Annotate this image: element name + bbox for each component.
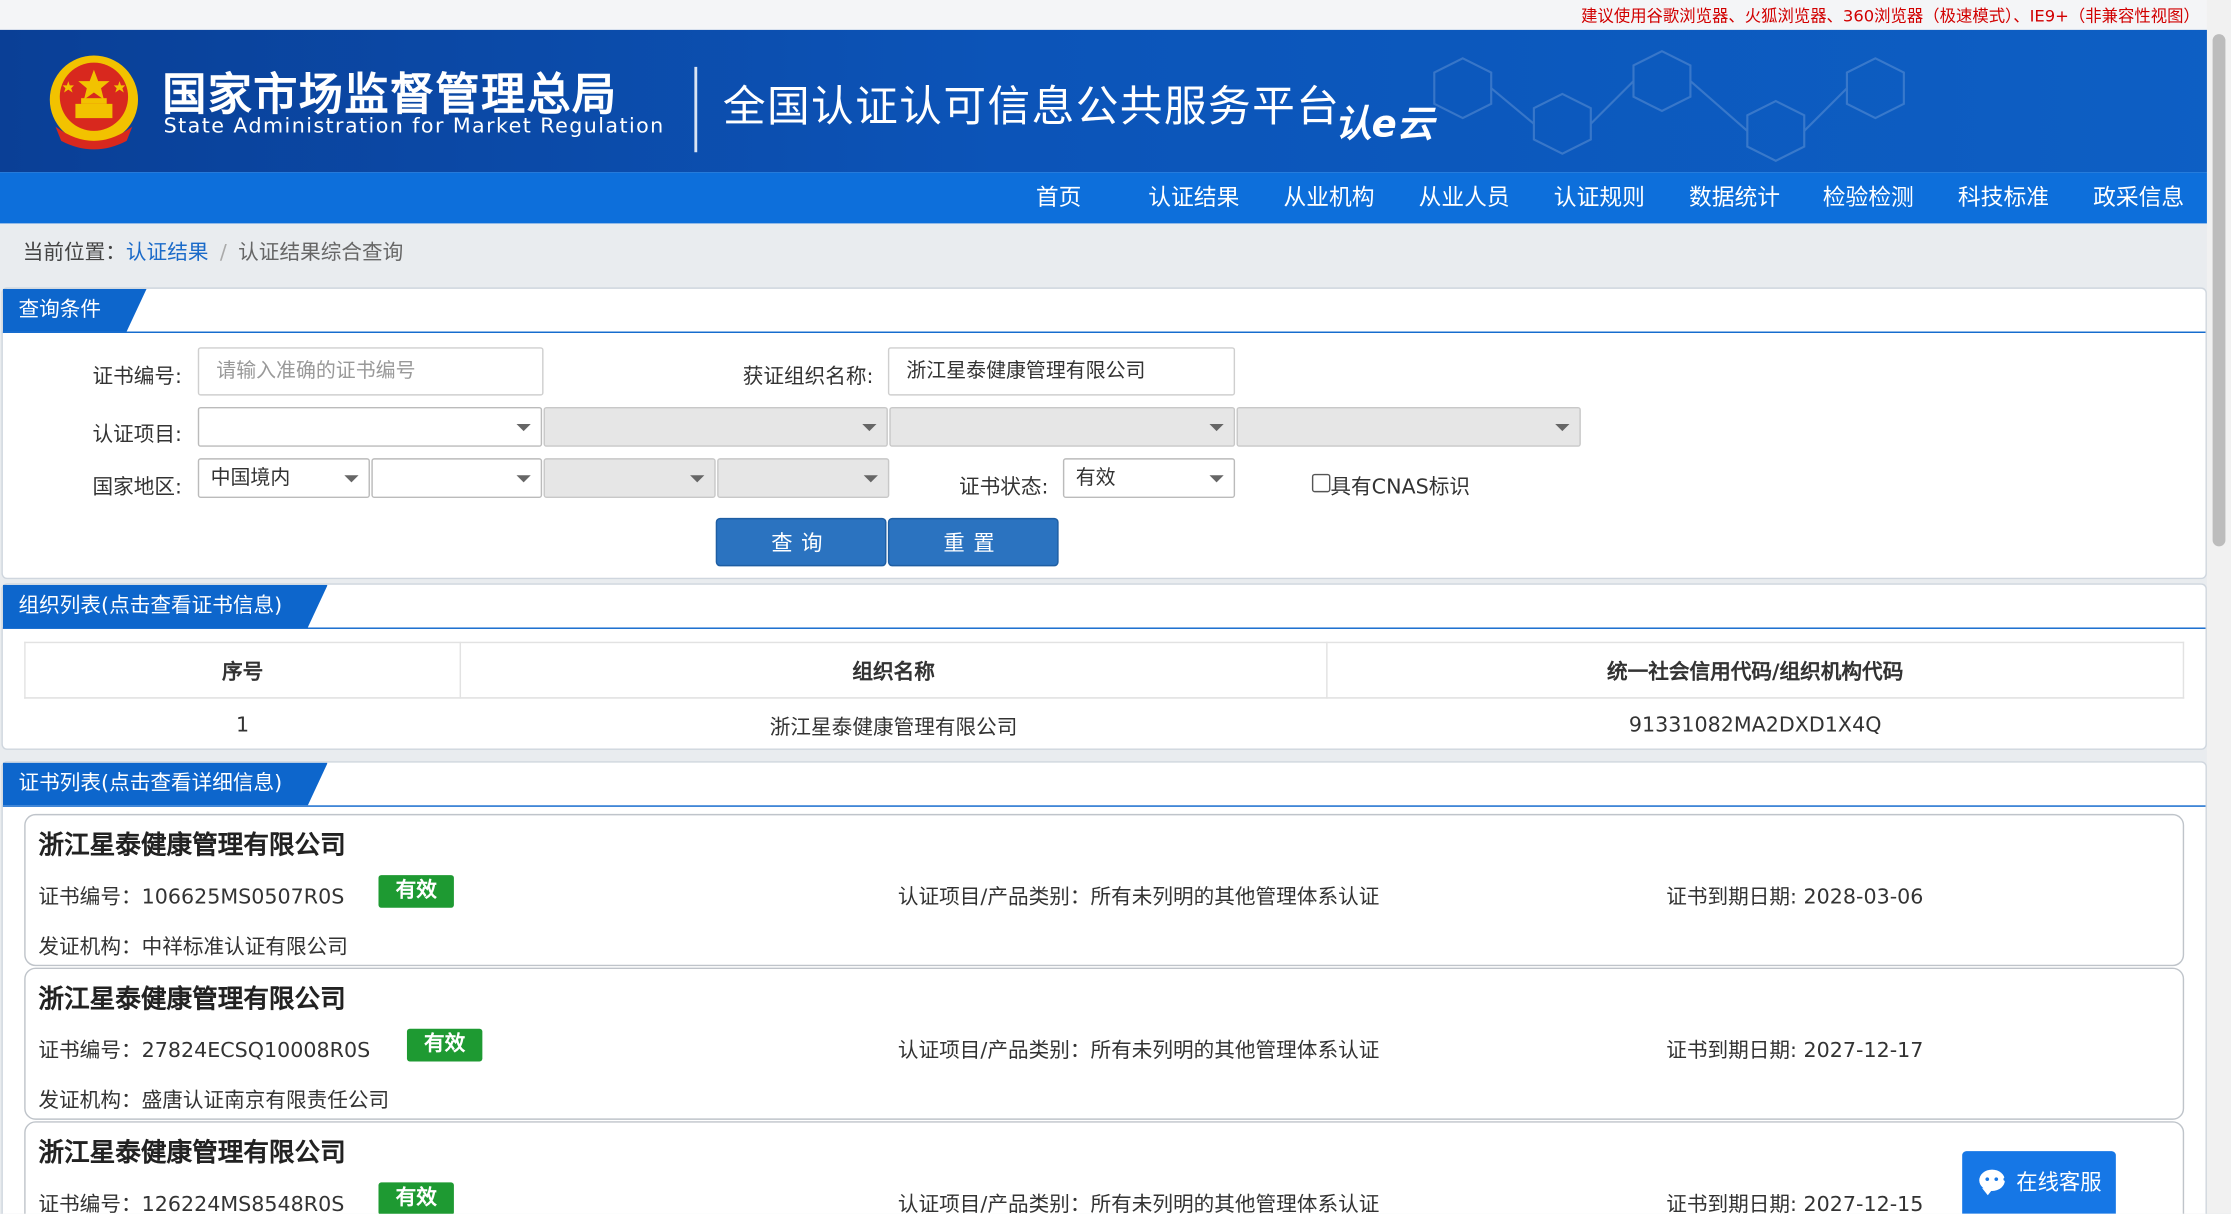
cert-number: 证书编号：27824ECSQ10008R0S: [38, 1040, 371, 1063]
cert-number: 证书编号：106625MS0507R0S: [38, 886, 345, 910]
nav-personnel[interactable]: 从业人员: [1419, 172, 1510, 223]
hex-pattern-icon: [1433, 50, 1905, 162]
breadcrumb-current: 认证结果综合查询: [238, 241, 404, 265]
chevron-down-icon: [516, 424, 531, 432]
chevron-down-icon: [1555, 424, 1570, 432]
org-name-cn: 国家市场监督管理总局: [162, 69, 618, 121]
project-select-3[interactable]: [889, 406, 1236, 447]
nav-institutions[interactable]: 从业机构: [1283, 172, 1374, 223]
cnas-checkbox[interactable]: [1311, 473, 1331, 493]
cert-list-header: 证书列表(点击查看详细信息): [2, 763, 2206, 807]
cert-card[interactable]: 浙江星泰健康管理有限公司 证书编号：27824ECSQ10008R0S 有效 认…: [24, 967, 2185, 1120]
region-select-city[interactable]: [543, 458, 716, 499]
project-select-2[interactable]: [543, 406, 888, 447]
cert-list-title: 证书列表(点击查看详细信息): [3, 763, 328, 806]
cert-number: 证书编号：126224MS8548R0S: [38, 1193, 345, 1214]
nav-cert-results[interactable]: 认证结果: [1148, 172, 1239, 223]
project-select-4[interactable]: [1236, 406, 1581, 447]
breadcrumb-prefix: 当前位置：: [22, 241, 126, 265]
nav-inspection[interactable]: 检验检测: [1823, 172, 1914, 223]
query-panel-header: 查询条件: [2, 289, 2206, 333]
org-list-panel: 组织列表(点击查看证书信息) 序号 组织名称 统一社会信用代码/组织机构代码 1…: [1, 583, 2207, 750]
cert-expiry: 证书到期日期: 2027-12-17: [1666, 1040, 1924, 1063]
org-list-header: 组织列表(点击查看证书信息): [2, 585, 2206, 629]
cert-card[interactable]: 浙江星泰健康管理有限公司 证书编号：126224MS8548R0S 有效 认证项…: [24, 1121, 2185, 1214]
status-value: 有效: [1075, 466, 1116, 490]
region-select-country[interactable]: 中国境内: [197, 458, 370, 499]
table-row[interactable]: 1 浙江星泰健康管理有限公司 91331082MA2DXD1X4Q: [25, 698, 2184, 753]
row-index: 1: [236, 714, 250, 738]
org-name-en: State Administration for Market Regulati…: [163, 115, 665, 139]
cnas-label: 具有CNAS标识: [1330, 476, 1471, 500]
region-select-district[interactable]: [717, 458, 890, 499]
national-emblem-icon: [49, 55, 139, 150]
query-panel: 查询条件 证书编号: 请输入准确的证书编号 获证组织名称: 浙江星泰健康管理有限…: [1, 287, 2207, 580]
chevron-down-icon: [862, 424, 877, 432]
cert-no-input[interactable]: 请输入准确的证书编号: [197, 347, 544, 396]
cert-issuer: 发证机构：中祥标准认证有限公司: [38, 936, 348, 960]
row-org-name[interactable]: 浙江星泰健康管理有限公司: [460, 698, 1327, 753]
nav-standards[interactable]: 科技标准: [1958, 172, 2049, 223]
chevron-down-icon: [863, 475, 878, 483]
project-select-1[interactable]: [197, 406, 543, 447]
org-table: 序号 组织名称 统一社会信用代码/组织机构代码 1 浙江星泰健康管理有限公司 9…: [24, 641, 2185, 753]
status-badge: 有效: [378, 1182, 454, 1214]
chat-dots-icon: •••: [1983, 1173, 2011, 1189]
platform-title: 全国认证认可信息公共服务平台: [722, 82, 1341, 133]
breadcrumb-link-cert-results[interactable]: 认证结果: [126, 242, 209, 265]
cert-list-panel: 证书列表(点击查看详细信息) 浙江星泰健康管理有限公司 证书编号：106625M…: [1, 761, 2207, 1214]
chevron-down-icon: [690, 475, 705, 483]
col-index: 序号: [24, 641, 462, 699]
region-select-province[interactable]: [371, 458, 543, 499]
cert-expiry: 证书到期日期: 2028-03-06: [1666, 886, 1924, 910]
top-strip: 建议使用谷歌浏览器、火狐浏览器、360浏览器（极速模式）、IE9+（非兼容性视图…: [0, 0, 2231, 30]
nav-procurement[interactable]: 政采信息: [2093, 172, 2184, 223]
cert-project: 认证项目/产品类别：所有未列明的其他管理体系认证: [897, 1193, 1380, 1214]
chevron-down-icon: [1209, 475, 1224, 483]
row-credit-code: 91331082MA2DXD1X4Q: [1628, 714, 1882, 738]
cert-org-name: 浙江星泰健康管理有限公司: [38, 830, 346, 861]
org-name-label: 获证组织名称:: [742, 365, 874, 389]
nav-home[interactable]: 首页: [1036, 172, 1082, 223]
site-header: 国家市场监督管理总局 State Administration for Mark…: [0, 29, 2231, 173]
cert-expiry: 证书到期日期: 2027-12-15: [1666, 1193, 1924, 1214]
region-value: 中国境内: [210, 466, 291, 490]
nav-statistics[interactable]: 数据统计: [1689, 172, 1780, 223]
query-panel-title: 查询条件: [3, 289, 147, 332]
cert-project: 认证项目/产品类别：所有未列明的其他管理体系认证: [897, 1040, 1380, 1063]
page-scrollbar[interactable]: [2206, 0, 2231, 1214]
cert-card[interactable]: 浙江星泰健康管理有限公司 证书编号：106625MS0507R0S 有效 认证项…: [24, 813, 2185, 967]
org-name-input[interactable]: 浙江星泰健康管理有限公司: [887, 347, 1236, 396]
scrollbar-thumb[interactable]: [2212, 34, 2226, 547]
renecloud-logo: 认e云: [1334, 103, 1434, 147]
reset-button[interactable]: 重置: [887, 517, 1059, 567]
org-list-title: 组织列表(点击查看证书信息): [3, 585, 328, 628]
status-badge: 有效: [406, 1028, 483, 1062]
online-service-label: 在线客服: [2016, 1169, 2102, 1196]
cert-project: 认证项目/产品类别：所有未列明的其他管理体系认证: [897, 886, 1380, 910]
col-org-name: 组织名称: [459, 641, 1328, 699]
browser-notice: 建议使用谷歌浏览器、火狐浏览器、360浏览器（极速模式）、IE9+（非兼容性视图…: [1581, 5, 2200, 26]
header-divider: [694, 66, 698, 153]
col-credit-code: 统一社会信用代码/组织机构代码: [1326, 641, 2185, 699]
cert-issuer: 发证机构：盛唐认证南京有限责任公司: [38, 1089, 390, 1113]
chevron-down-icon: [344, 475, 359, 483]
search-button[interactable]: 查询: [715, 517, 887, 567]
status-select[interactable]: 有效: [1062, 458, 1236, 499]
region-label: 国家地区:: [92, 476, 182, 500]
nav-cert-rules[interactable]: 认证规则: [1554, 172, 1645, 223]
cert-org-name: 浙江星泰健康管理有限公司: [38, 984, 346, 1015]
status-badge: 有效: [378, 875, 454, 908]
online-service-button[interactable]: ••• 在线客服: [1962, 1151, 2116, 1214]
page-root: 建议使用谷歌浏览器、火狐浏览器、360浏览器（极速模式）、IE9+（非兼容性视图…: [0, 0, 2231, 1214]
status-label: 证书状态:: [959, 476, 1049, 500]
breadcrumb-separator: /: [219, 241, 227, 265]
chevron-down-icon: [1209, 424, 1224, 432]
cert-no-label: 证书编号:: [92, 365, 182, 389]
main-nav: 首页 认证结果 从业机构 从业人员 认证规则 数据统计 检验检测 科技标准 政采…: [0, 172, 2231, 224]
cert-org-name: 浙江星泰健康管理有限公司: [38, 1138, 346, 1169]
breadcrumb: 当前位置：认证结果 / 认证结果综合查询: [23, 236, 403, 266]
project-label: 认证项目:: [92, 424, 182, 447]
chevron-down-icon: [516, 475, 531, 483]
